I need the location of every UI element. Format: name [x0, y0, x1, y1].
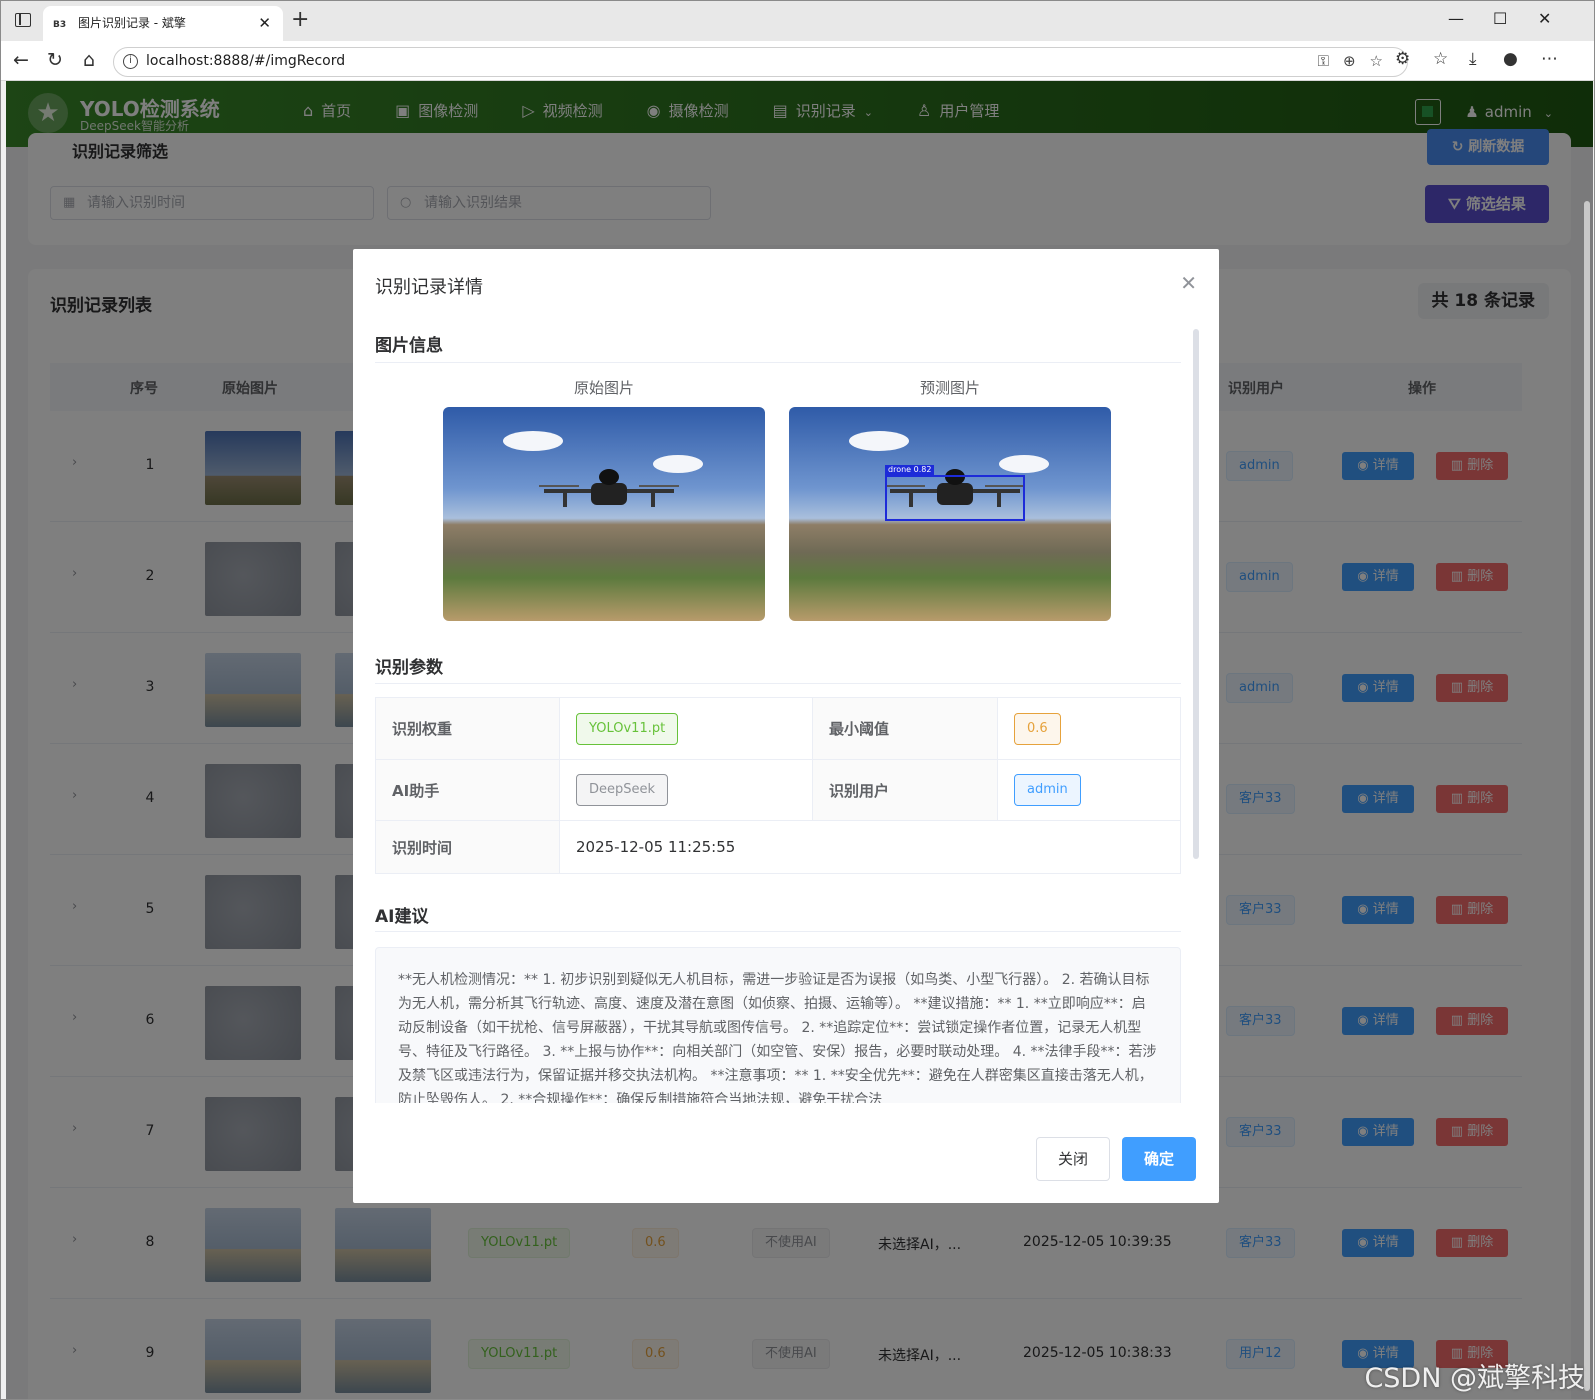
params-section-title: 识别参数 — [375, 658, 443, 678]
record-detail-dialog: 识别记录详情 ✕ 图片信息 原始图片 预测图片 drone 0.82 识别参数 … — [353, 249, 1219, 1203]
params-row: 识别权重 YOLOv11.pt 最小阈值 0.6 — [376, 698, 1180, 760]
user-tag: admin — [1014, 774, 1081, 806]
ai-label: AI助手 — [376, 760, 559, 820]
site-info-icon[interactable]: i — [123, 54, 138, 69]
detection-label: drone 0.82 — [885, 465, 935, 475]
browser-tab[interactable]: B3 图片识别记录 - 斌擎 ✕ — [43, 6, 283, 41]
params-row: 识别时间 2025-12-05 11:25:55 — [376, 821, 1180, 873]
params-row: AI助手 DeepSeek 识别用户 admin — [376, 760, 1180, 821]
tab-close-icon[interactable]: ✕ — [258, 6, 271, 41]
dialog-title: 识别记录详情 — [375, 277, 483, 298]
tab-title: 图片识别记录 - 斌擎 — [77, 16, 186, 30]
ai-tag: DeepSeek — [576, 774, 669, 806]
threshold-cell: 0.6 — [997, 698, 1180, 759]
more-icon[interactable]: ⋯ — [1541, 49, 1558, 69]
divider — [375, 931, 1181, 932]
image-section-title: 图片信息 — [375, 336, 443, 356]
new-tab-icon[interactable]: + — [291, 7, 309, 32]
back-icon[interactable]: ← — [13, 49, 29, 71]
predicted-image[interactable]: drone 0.82 — [789, 407, 1111, 621]
home-icon[interactable]: ⌂ — [83, 49, 95, 71]
dialog-close-icon[interactable]: ✕ — [1180, 271, 1197, 295]
weight-tag: YOLOv11.pt — [576, 712, 679, 745]
time-value: 2025-12-05 11:25:55 — [559, 821, 1180, 873]
downloads-icon[interactable]: ⤓ — [1469, 49, 1477, 69]
confirm-button[interactable]: 确定 — [1122, 1137, 1196, 1181]
cloud-shape — [849, 431, 909, 451]
url-action-icons[interactable]: ⚿⊕☆ — [1318, 52, 1397, 70]
address-bar: ← ↻ ⌂ i localhost:8888/#/imgRecord ⚿⊕☆ ⚙… — [1, 41, 1594, 81]
dialog-scrollbar[interactable] — [1193, 329, 1199, 859]
watermark: CSDN @斌擎科技 — [1364, 1363, 1585, 1394]
ai-cell: DeepSeek — [559, 760, 813, 820]
tab-actions-icon[interactable] — [15, 13, 31, 27]
favicon-icon: B3 — [53, 20, 67, 30]
threshold-label: 最小阈值 — [813, 698, 997, 759]
threshold-tag: 0.6 — [1014, 712, 1061, 745]
original-image-label: 原始图片 — [573, 379, 634, 397]
window-close-icon[interactable]: ✕ — [1538, 9, 1551, 28]
user-label: 识别用户 — [813, 760, 997, 820]
ai-suggestion-text: **无人机检测情况：** 1. 初步识别到疑似无人机目标，需进一步验证是否为误报… — [375, 947, 1181, 1103]
reload-icon[interactable]: ↻ — [47, 49, 63, 71]
divider — [375, 683, 1181, 684]
params-table: 识别权重 YOLOv11.pt 最小阈值 0.6 AI助手 DeepSeek 识… — [375, 697, 1181, 874]
original-image[interactable] — [443, 407, 765, 621]
page-viewport: ★ YOLO检测系统 DeepSeek智能分析 ⌂首页 ▣图像检测 ▷视频检测 … — [6, 81, 1593, 1399]
predicted-image-label: 预测图片 — [919, 379, 980, 397]
minimize-icon[interactable]: — — [1448, 9, 1464, 28]
ai-section-title: AI建议 — [375, 907, 429, 927]
page-scrollbar[interactable] — [1584, 201, 1590, 1391]
drone-shape — [539, 465, 679, 515]
url-field[interactable]: i localhost:8888/#/imgRecord ⚿⊕☆ — [113, 47, 1408, 77]
close-button[interactable]: 关闭 — [1036, 1137, 1110, 1181]
browser-window: B3 图片识别记录 - 斌擎 ✕ + — ☐ ✕ ← ↻ ⌂ i localho… — [0, 0, 1595, 1400]
tab-bar: B3 图片识别记录 - 斌擎 ✕ + — ☐ ✕ — [1, 1, 1594, 41]
weight-label: 识别权重 — [376, 698, 559, 759]
favorites-icon[interactable]: ☆ — [1433, 49, 1448, 69]
url-text: localhost:8888/#/imgRecord — [146, 53, 346, 69]
detection-box — [885, 475, 1025, 521]
maximize-icon[interactable]: ☐ — [1493, 9, 1507, 28]
divider — [375, 362, 1181, 363]
profile-icon[interactable]: ● — [1503, 49, 1518, 69]
weight-cell: YOLOv11.pt — [559, 698, 813, 759]
dialog-body: 图片信息 原始图片 预测图片 drone 0.82 识别参数 识别权重 YOLO… — [375, 327, 1181, 1103]
user-cell: admin — [997, 760, 1180, 820]
cloud-shape — [503, 431, 563, 451]
time-label: 识别时间 — [376, 821, 559, 873]
extensions-icon[interactable]: ⚙ — [1395, 49, 1410, 69]
